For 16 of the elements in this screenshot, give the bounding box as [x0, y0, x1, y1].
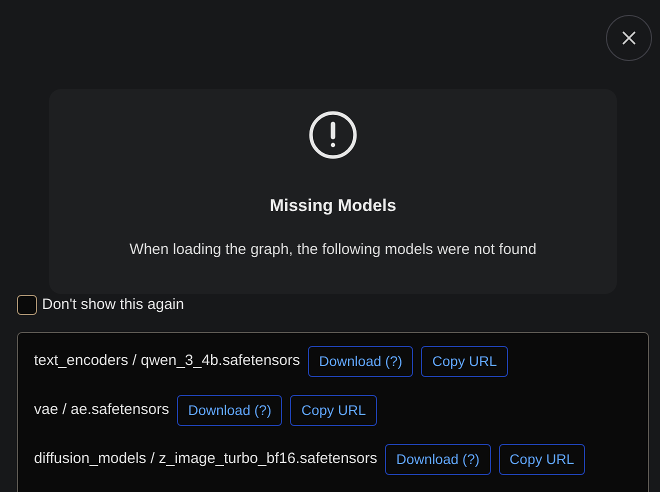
copy-url-button[interactable]: Copy URL: [421, 346, 508, 376]
checkbox[interactable]: [17, 295, 37, 315]
model-path: text_encoders / qwen_3_4b.safetensors: [34, 350, 300, 371]
copy-url-button[interactable]: Copy URL: [498, 444, 586, 474]
exclamation-circle-icon: [308, 110, 358, 160]
download-button[interactable]: Download (?): [308, 346, 414, 376]
model-path: diffusion_models / z_image_turbo_bf16.safetensors: [34, 448, 378, 469]
dialog-title: Missing Models: [270, 195, 396, 217]
dialog-message: When loading the graph, the following models were not found: [130, 240, 536, 260]
model-path: vae / ae.safetensors: [34, 400, 170, 420]
copy-url-button[interactable]: Copy URL: [290, 394, 377, 426]
close-icon: [621, 30, 637, 46]
download-button[interactable]: Download (?): [385, 444, 491, 474]
download-button[interactable]: Download (?): [177, 394, 282, 426]
close-button[interactable]: [606, 15, 652, 61]
checkbox-label: Don't show this again: [42, 294, 184, 315]
